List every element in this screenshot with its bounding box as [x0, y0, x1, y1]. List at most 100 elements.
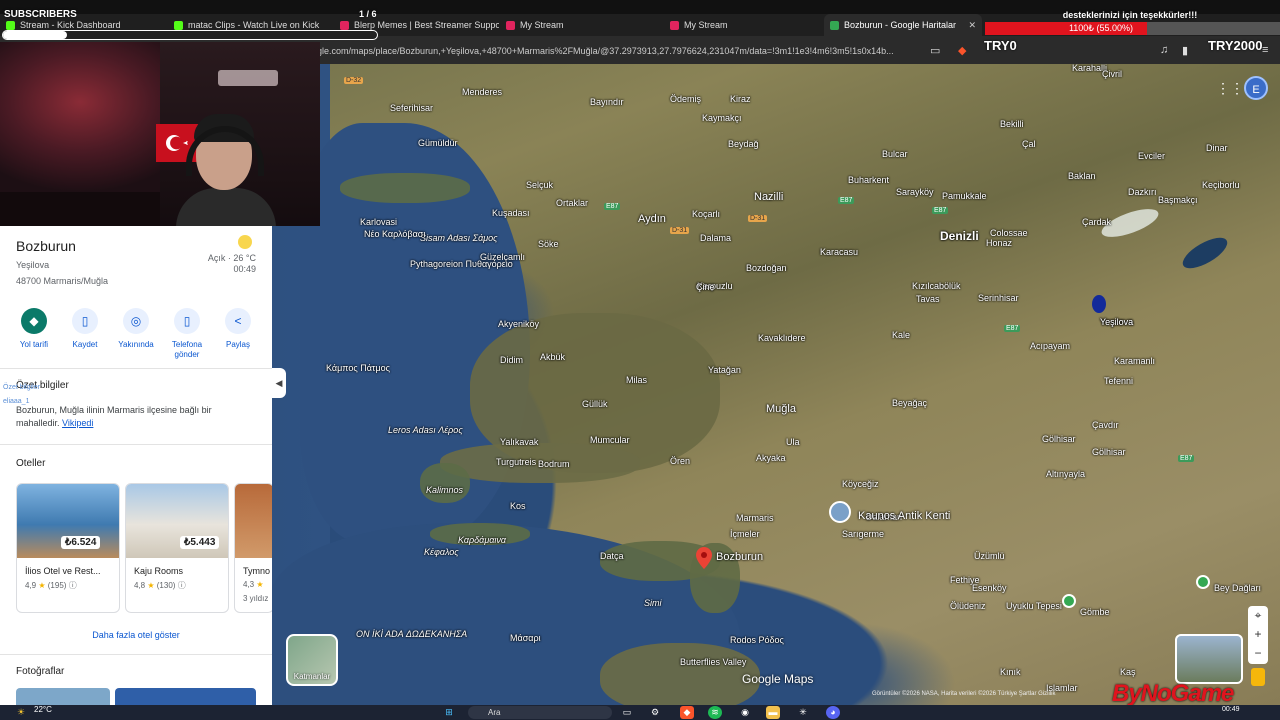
map-place-label[interactable]: Karamanlı: [1114, 356, 1155, 366]
map-place-label[interactable]: Karacasu: [820, 247, 858, 257]
map-place-label[interactable]: Bey Dağları: [1214, 583, 1261, 593]
cast-icon[interactable]: ▭: [930, 44, 940, 57]
map-place-label[interactable]: Muğla: [766, 403, 796, 415]
map-place-label[interactable]: Karlovasi: [360, 217, 397, 227]
map-place-label[interactable]: Gölhisar: [1042, 434, 1076, 444]
map-place-label[interactable]: Kızılcabölük: [912, 281, 961, 291]
map-place-label[interactable]: Serinhisar: [978, 293, 1019, 303]
map-place-label[interactable]: Kale: [892, 330, 910, 340]
music-icon[interactable]: ♫: [1160, 44, 1168, 56]
map-place-label[interactable]: Bodrum: [538, 459, 570, 469]
map-place-label[interactable]: Nazilli: [754, 191, 783, 203]
spotify-icon[interactable]: ≋: [708, 706, 722, 719]
map-place-label[interactable]: Sarayköy: [896, 187, 934, 197]
map-place-label[interactable]: Simi: [644, 598, 662, 608]
share-button[interactable]: < Paylaş: [214, 308, 262, 360]
taskbar-clock[interactable]: 00:49: [1222, 706, 1240, 713]
map-place-label[interactable]: Söke: [538, 239, 559, 249]
poi-photo-marker[interactable]: [829, 501, 851, 523]
map-place-label[interactable]: Tavas: [916, 294, 940, 304]
my-location-icon[interactable]: ⌖: [1248, 606, 1268, 625]
map-place-label[interactable]: Pythagoreion Πυθαγόρειο: [410, 259, 513, 269]
park-icon[interactable]: [1062, 594, 1076, 608]
map-place-label[interactable]: Gümüldür: [418, 138, 458, 148]
map-place-label[interactable]: Acıpayam: [1030, 341, 1070, 351]
map-place-label[interactable]: Milas: [626, 375, 647, 385]
brave-shield-icon[interactable]: ◆: [958, 44, 966, 57]
map-place-label[interactable]: Denizli: [940, 229, 979, 243]
nearby-button[interactable]: ◎ Yakınında: [112, 308, 160, 360]
map-place-label[interactable]: Uyuklu Tepesi: [1006, 601, 1062, 611]
map-place-label[interactable]: Altınyayla: [1046, 469, 1085, 479]
map-place-label[interactable]: Yeşilova: [1100, 317, 1133, 327]
map-place-label[interactable]: Koçarlı: [692, 209, 720, 219]
map-place-label[interactable]: Köyceğiz: [842, 479, 879, 489]
map-place-label[interactable]: Datça: [600, 551, 624, 561]
map-place-label[interactable]: Kuşadası: [492, 208, 530, 218]
map-place-label[interactable]: Ödemiş: [670, 94, 701, 104]
send-to-phone-button[interactable]: ▯ Telefona gönder: [163, 308, 211, 360]
apps-grid-icon[interactable]: ⋮⋮: [1216, 80, 1244, 97]
map-place-label[interactable]: Marmaris: [736, 513, 774, 523]
map-place-label[interactable]: Evciler: [1138, 151, 1165, 161]
zoom-out-button[interactable]: −: [1248, 644, 1268, 663]
map-place-label[interactable]: Beyağaç: [892, 398, 927, 408]
map-place-label[interactable]: Sisam Adası Σάμος: [420, 233, 498, 243]
more-hotels-link[interactable]: Daha fazla otel göster: [0, 630, 272, 640]
tab-my-stream-2[interactable]: My Stream: [664, 14, 822, 36]
collapse-panel-button[interactable]: ◀: [272, 368, 286, 398]
park-icon[interactable]: [1196, 575, 1210, 589]
place-photo[interactable]: [115, 688, 256, 705]
map-place-label[interactable]: Turgutreis: [496, 457, 536, 467]
menu-icon[interactable]: ≡: [1262, 44, 1268, 56]
map-place-label[interactable]: Colossae: [990, 228, 1028, 238]
task-view-icon[interactable]: ▭: [620, 706, 634, 719]
map-place-label[interactable]: Νέο Καρλόβασι: [364, 229, 425, 239]
map-place-label[interactable]: Üzümlü: [974, 551, 1005, 561]
map-place-label[interactable]: Aydın: [638, 213, 666, 225]
map-place-label[interactable]: Bekilli: [1000, 119, 1024, 129]
map-place-label[interactable]: Seferihisar: [390, 103, 433, 113]
map-place-label[interactable]: Dinar: [1206, 143, 1228, 153]
taskbar-search[interactable]: Ara: [468, 706, 612, 719]
app-icon[interactable]: ✳: [796, 706, 810, 719]
map-place-label[interactable]: Butterflies Valley: [680, 657, 746, 667]
map-place-label[interactable]: Gölhisar: [1092, 447, 1126, 457]
sidebar-icon[interactable]: ▮: [1182, 44, 1188, 57]
map-place-label[interactable]: Kiraz: [730, 94, 751, 104]
map-place-label[interactable]: Esenköy: [972, 583, 1007, 593]
map-place-label[interactable]: Bulcar: [882, 149, 908, 159]
map-place-label[interactable]: Buharkent: [848, 175, 889, 185]
map-place-label[interactable]: Çivril: [1102, 69, 1122, 79]
save-button[interactable]: ▯ Kaydet: [61, 308, 109, 360]
windows-start-icon[interactable]: ⊞: [442, 706, 456, 719]
map-place-label[interactable]: Kınık: [1000, 667, 1021, 677]
map-place-label[interactable]: Kaş: [1120, 667, 1136, 677]
map-place-label[interactable]: Pamukkale: [942, 191, 987, 201]
account-avatar[interactable]: E: [1244, 76, 1268, 100]
map-place-label[interactable]: Güllük: [582, 399, 608, 409]
map-place-label[interactable]: Leros Adası Λέρος: [388, 425, 463, 435]
map-place-label[interactable]: Yalıkavak: [500, 437, 538, 447]
map-place-label[interactable]: Kaunos Antik Kenti: [858, 510, 950, 522]
weather-taskbar-icon[interactable]: ☀: [14, 706, 28, 719]
map-place-label[interactable]: Çardak: [1082, 217, 1111, 227]
street-view-preview[interactable]: [1175, 634, 1243, 684]
map-place-label[interactable]: Gömbe: [1080, 607, 1110, 617]
taskbar-temperature[interactable]: 22°C: [34, 705, 52, 714]
map-place-label[interactable]: Akyaka: [756, 453, 786, 463]
map-place-label[interactable]: Akbük: [540, 352, 565, 362]
address-bar[interactable]: ogle.com/maps/place/Bozburun,+Yeşilova,+…: [312, 41, 920, 61]
obs-icon[interactable]: ◉: [738, 706, 752, 719]
pegman-icon[interactable]: [1251, 668, 1265, 686]
map-place-label[interactable]: Çavdır: [1092, 420, 1119, 430]
map-place-label[interactable]: Κέφαλος: [424, 547, 459, 557]
map-place-label[interactable]: Honaz: [986, 238, 1012, 248]
map-place-label[interactable]: Bozdoğan: [746, 263, 787, 273]
wikipedia-link[interactable]: Vikipedi: [62, 418, 93, 428]
map-place-label[interactable]: İçmeler: [730, 529, 760, 539]
settings-gear-icon[interactable]: ⚙: [648, 706, 662, 719]
hotel-card[interactable]: Tymno 4,3 ★ 3 yıldız: [234, 483, 272, 613]
map-place-label[interactable]: Kalimnos: [426, 485, 463, 495]
map-place-label[interactable]: Çine: [696, 282, 715, 292]
